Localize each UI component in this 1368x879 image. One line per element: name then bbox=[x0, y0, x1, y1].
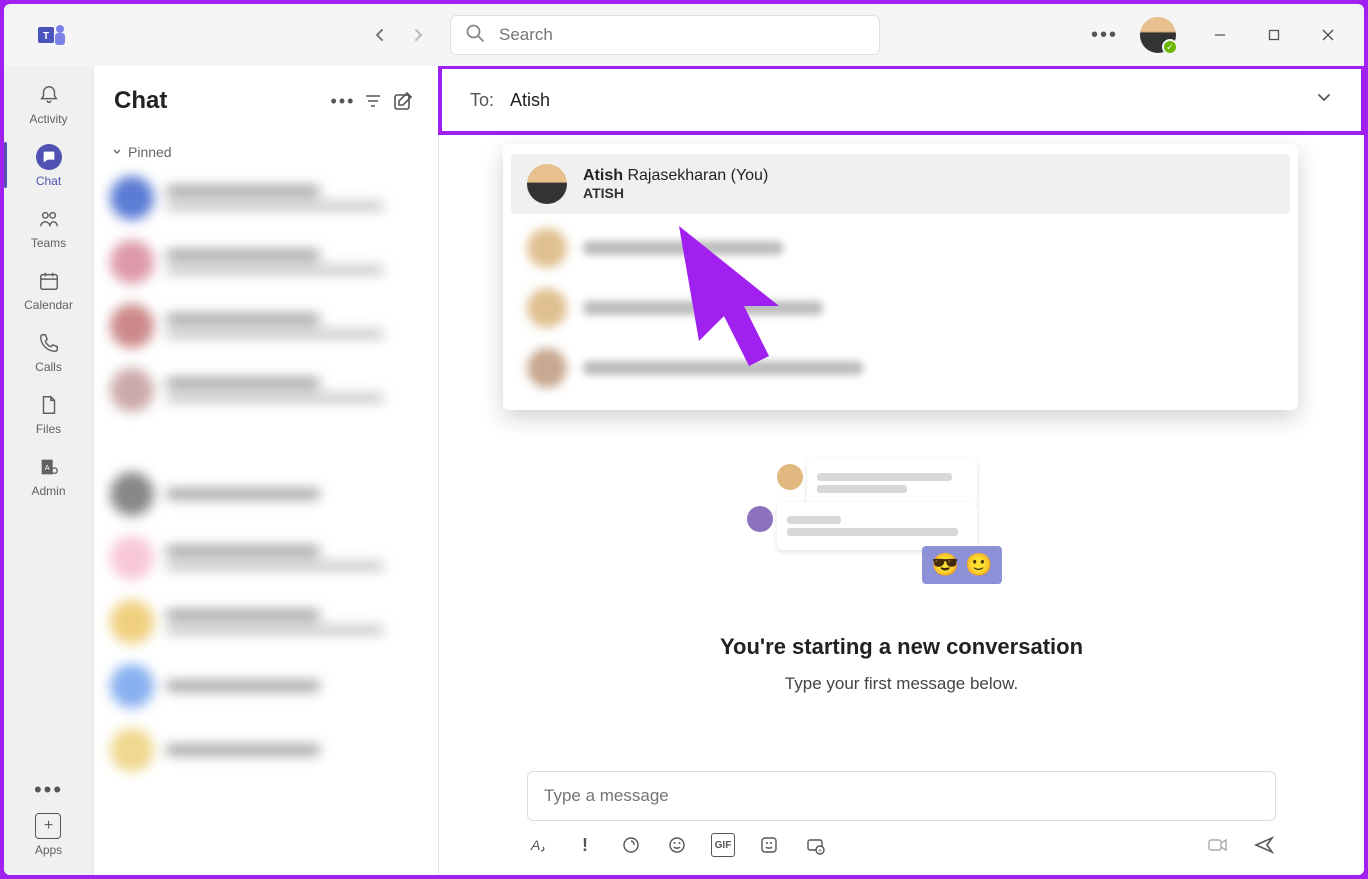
rail-calendar[interactable]: Calendar bbox=[4, 258, 93, 320]
compose-input[interactable] bbox=[544, 786, 1259, 806]
title-bar: T ••• bbox=[4, 4, 1364, 66]
rail-more-button[interactable]: ••• bbox=[34, 777, 63, 803]
format-button[interactable]: A bbox=[527, 833, 551, 857]
presence-available-icon bbox=[1162, 39, 1178, 55]
suggestion-item[interactable]: Atish Rajasekharan (You) ATISH bbox=[511, 154, 1290, 214]
rail-activity[interactable]: Activity bbox=[4, 72, 93, 134]
rail-files[interactable]: Files bbox=[4, 382, 93, 444]
suggestion-name: Atish Rajasekharan (You) bbox=[583, 167, 768, 185]
bell-icon bbox=[36, 82, 62, 108]
chat-list-item[interactable] bbox=[94, 526, 438, 590]
more-actions-button[interactable]: + bbox=[803, 833, 827, 857]
compose-toolbar: A ! GIF + bbox=[527, 833, 1276, 857]
phone-icon bbox=[36, 330, 62, 356]
gif-button[interactable]: GIF bbox=[711, 833, 735, 857]
app-rail: Activity Chat Teams Calendar bbox=[4, 66, 94, 875]
chat-list-item[interactable] bbox=[94, 654, 438, 718]
new-chat-button[interactable] bbox=[388, 86, 418, 116]
calendar-icon bbox=[36, 268, 62, 294]
close-button[interactable] bbox=[1310, 17, 1346, 53]
to-field-bar: To: bbox=[438, 66, 1364, 135]
suggestion-sub: ATISH bbox=[583, 185, 768, 201]
loop-button[interactable] bbox=[619, 833, 643, 857]
chat-list-item[interactable] bbox=[94, 358, 438, 422]
priority-button[interactable]: ! bbox=[573, 833, 597, 857]
rail-apps[interactable]: + Apps bbox=[35, 813, 62, 857]
back-button[interactable] bbox=[370, 25, 390, 45]
chat-list-item[interactable] bbox=[94, 166, 438, 230]
svg-text:+: + bbox=[818, 848, 822, 855]
chat-list-item[interactable] bbox=[94, 462, 438, 526]
chat-list-panel: Chat ••• Pinned bbox=[94, 66, 439, 875]
pinned-section-label[interactable]: Pinned bbox=[94, 136, 438, 166]
chat-icon bbox=[36, 144, 62, 170]
admin-icon: A bbox=[36, 454, 62, 480]
new-conversation-illustration: 😎 🙂 bbox=[762, 464, 1042, 604]
rail-label: Activity bbox=[29, 112, 67, 126]
rail-label: Apps bbox=[35, 843, 62, 857]
sticker-button[interactable] bbox=[757, 833, 781, 857]
file-icon bbox=[36, 392, 62, 418]
rail-chat[interactable]: Chat bbox=[4, 134, 93, 196]
video-clip-button[interactable] bbox=[1206, 833, 1230, 857]
search-input[interactable] bbox=[499, 25, 865, 45]
svg-text:A: A bbox=[44, 463, 49, 472]
teams-icon bbox=[36, 206, 62, 232]
conversation-panel: To: Atish Rajasekharan (You) ATISH bbox=[439, 66, 1364, 875]
forward-button[interactable] bbox=[408, 25, 428, 45]
suggestion-item[interactable] bbox=[503, 278, 1298, 338]
rail-calls[interactable]: Calls bbox=[4, 320, 93, 382]
plus-icon: + bbox=[35, 813, 61, 839]
people-suggestions-dropdown: Atish Rajasekharan (You) ATISH bbox=[503, 144, 1298, 410]
send-button[interactable] bbox=[1252, 833, 1276, 857]
svg-text:T: T bbox=[43, 31, 49, 42]
rail-teams[interactable]: Teams bbox=[4, 196, 93, 258]
suggestion-item[interactable] bbox=[503, 218, 1298, 278]
chat-list-more-button[interactable]: ••• bbox=[328, 86, 358, 116]
avatar bbox=[527, 164, 567, 204]
suggestion-item[interactable] bbox=[503, 338, 1298, 398]
current-user-avatar[interactable] bbox=[1140, 17, 1176, 53]
emoji-button[interactable] bbox=[665, 833, 689, 857]
chat-list-item[interactable] bbox=[94, 230, 438, 294]
chat-list-title: Chat bbox=[114, 87, 167, 115]
search-icon bbox=[465, 23, 485, 48]
rail-label: Calendar bbox=[24, 298, 73, 312]
rail-admin[interactable]: A Admin bbox=[4, 444, 93, 506]
compose-box[interactable] bbox=[527, 771, 1276, 821]
chat-list-item[interactable] bbox=[94, 294, 438, 358]
rail-label: Files bbox=[36, 422, 61, 436]
minimize-button[interactable] bbox=[1202, 17, 1238, 53]
new-conversation-subtext: Type your first message below. bbox=[785, 674, 1018, 694]
to-label: To: bbox=[470, 90, 494, 111]
rail-label: Chat bbox=[36, 174, 61, 188]
chevron-down-icon bbox=[112, 144, 122, 160]
search-box[interactable] bbox=[450, 15, 880, 55]
rail-label: Calls bbox=[35, 360, 62, 374]
settings-more-button[interactable]: ••• bbox=[1091, 24, 1118, 47]
new-conversation-heading: You're starting a new conversation bbox=[720, 634, 1083, 660]
filter-button[interactable] bbox=[358, 86, 388, 116]
chat-list-item[interactable] bbox=[94, 718, 438, 782]
chevron-down-icon[interactable] bbox=[1315, 89, 1333, 112]
svg-text:A: A bbox=[530, 837, 540, 853]
teams-logo-icon: T bbox=[34, 17, 70, 53]
maximize-button[interactable] bbox=[1256, 17, 1292, 53]
history-nav bbox=[370, 25, 428, 45]
chat-list-item[interactable] bbox=[94, 590, 438, 654]
rail-label: Admin bbox=[31, 484, 65, 498]
rail-label: Teams bbox=[31, 236, 66, 250]
to-input[interactable] bbox=[510, 90, 1315, 111]
